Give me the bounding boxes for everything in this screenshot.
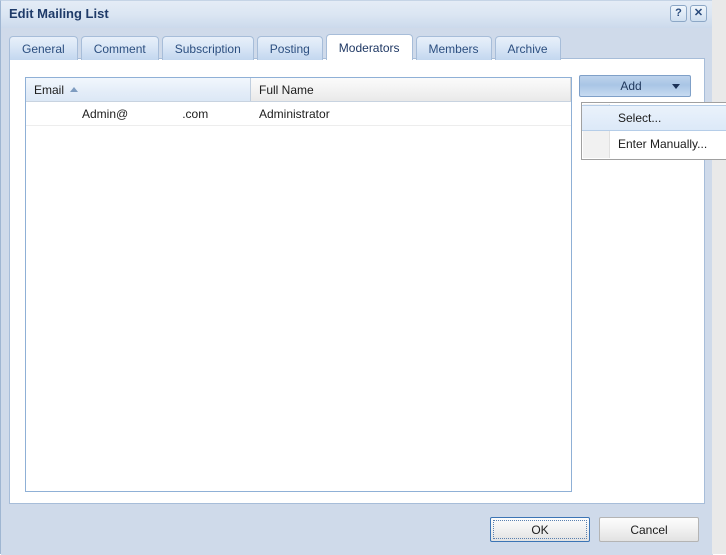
cell-email-tld: .com: [182, 106, 209, 121]
sort-ascending-icon: [70, 87, 79, 92]
tab-strip: General Comment Subscription Posting Mod…: [9, 33, 561, 60]
column-header-email[interactable]: Email: [26, 78, 251, 101]
tab-comment[interactable]: Comment: [80, 36, 159, 60]
tab-subscription[interactable]: Subscription: [161, 36, 254, 60]
dialog-footer: OK Cancel: [1, 504, 713, 555]
dialog-window: Edit Mailing List ? ✕ General Comment Su…: [0, 0, 726, 555]
list-header-row: Email Full Name: [26, 78, 571, 102]
window-right-edge: [712, 0, 726, 554]
tab-members[interactable]: Members: [415, 36, 492, 60]
menu-item-enter-manually[interactable]: Enter Manually...: [582, 131, 726, 157]
add-button-label: Add: [620, 79, 642, 93]
list-rows: Admin@ .com Administrator: [26, 102, 571, 126]
column-header-full-name[interactable]: Full Name: [251, 78, 571, 101]
tab-archive[interactable]: Archive: [494, 36, 561, 60]
tab-general[interactable]: General: [9, 36, 78, 60]
close-icon[interactable]: ✕: [690, 5, 707, 22]
dialog-body: Edit Mailing List ? ✕ General Comment Su…: [0, 0, 726, 555]
chevron-down-icon[interactable]: [672, 83, 680, 89]
cancel-button[interactable]: Cancel: [599, 517, 699, 542]
focus-ring: [493, 520, 587, 539]
moderators-list[interactable]: Email Full Name Admin@ .com Administrato…: [25, 77, 572, 492]
cancel-button-label: Cancel: [630, 522, 668, 537]
cell-email-local: Admin@: [82, 106, 129, 121]
cell-email: Admin@ .com: [26, 107, 251, 121]
add-dropdown-menu: Select... Enter Manually...: [581, 102, 726, 160]
ok-button[interactable]: OK: [490, 517, 590, 542]
column-header-full-name-label: Full Name: [259, 82, 314, 97]
tab-posting[interactable]: Posting: [256, 36, 323, 60]
table-row[interactable]: Admin@ .com Administrator: [26, 102, 571, 126]
menu-item-select[interactable]: Select...: [582, 105, 726, 131]
dialog-title: Edit Mailing List: [9, 6, 109, 21]
tab-moderators[interactable]: Moderators: [325, 34, 413, 60]
titlebar: Edit Mailing List ? ✕: [1, 1, 713, 28]
column-header-email-label: Email: [34, 82, 65, 97]
cell-full-name: Administrator: [259, 106, 330, 121]
add-button[interactable]: Add: [579, 75, 691, 97]
help-icon[interactable]: ?: [670, 5, 687, 22]
